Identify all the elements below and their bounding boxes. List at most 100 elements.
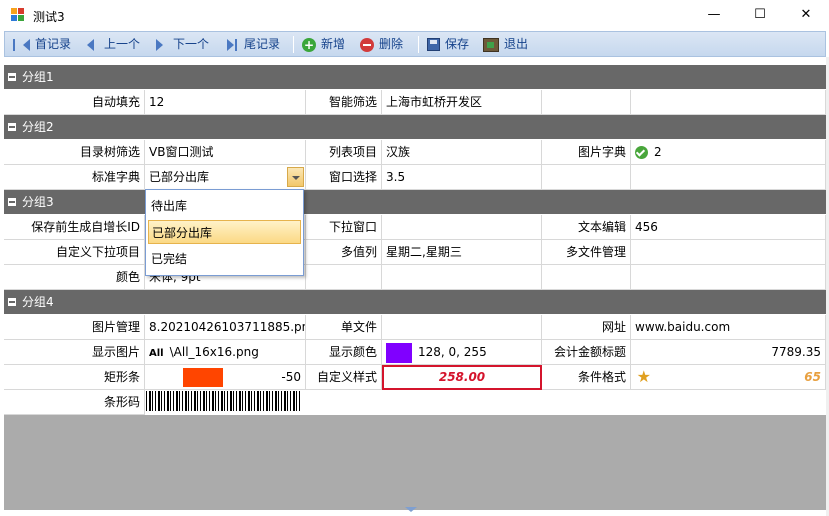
rect-bar-text: -50 (281, 370, 301, 384)
caption-image-mgmt: 图片管理 (4, 315, 145, 340)
dropdown-option[interactable]: 待出库 (148, 194, 301, 218)
save-label: 保存 (445, 37, 470, 51)
group-header-1[interactable]: 分组1 (4, 65, 826, 89)
value-image-mgmt[interactable]: 8.20210426103711885.png (145, 315, 306, 340)
value-empty[interactable] (631, 265, 826, 290)
value-cond-format[interactable]: ★ 65 (631, 365, 826, 390)
window-title: 测试3 (33, 10, 65, 24)
value-rect-bar[interactable]: -50 (145, 365, 306, 390)
value-amount-title[interactable]: 7789.35 (631, 340, 826, 365)
prev-record-icon (87, 38, 94, 51)
caption-auto-fill: 自动填充 (4, 90, 145, 115)
caption-empty (542, 165, 631, 190)
value-show-image[interactable]: All \All_16x16.png (145, 340, 306, 365)
toolbar: 首记录 上一个 下一个 尾记录 + 新增 删除 保存 退出 (4, 31, 826, 57)
save-button[interactable]: 保存 (427, 32, 469, 56)
app-icon (11, 8, 25, 22)
value-tree-filter[interactable]: VB窗口测试 (145, 140, 306, 165)
cond-format-text: 65 (804, 370, 821, 384)
collapse-icon[interactable] (8, 73, 16, 81)
star-icon: ★ (636, 367, 651, 386)
first-record-button[interactable]: 首记录 (13, 32, 71, 56)
value-list-item[interactable]: 汉族 (382, 140, 542, 165)
splitter-grip-icon[interactable] (405, 507, 417, 512)
property-grid: 分组1 自动填充 12 智能筛选 上海市虹桥开发区 分组2 目录树筛选 VB窗口… (4, 65, 826, 416)
value-dropdown-window[interactable] (382, 215, 542, 240)
add-icon: + (302, 37, 316, 52)
exit-label: 退出 (504, 37, 529, 51)
group-header-2[interactable]: 分组2 (4, 115, 826, 139)
check-icon (635, 146, 648, 159)
caption-custom-dropdown: 自定义下拉项目 (4, 240, 145, 265)
group-header-3[interactable]: 分组3 (4, 190, 826, 214)
collapse-icon[interactable] (8, 123, 16, 131)
value-image-dict[interactable]: 2 (631, 140, 826, 165)
next-record-icon (156, 38, 163, 51)
barcode-image (146, 391, 302, 411)
caption-empty (542, 90, 631, 115)
image-dict-text: 2 (654, 145, 662, 159)
first-record-label: 首记录 (35, 37, 72, 51)
std-dict-combo[interactable]: 已部分出库 (145, 165, 306, 190)
caption-list-item: 列表项目 (306, 140, 382, 165)
last-record-button[interactable]: 尾记录 (227, 32, 280, 56)
value-multi-file[interactable] (631, 240, 826, 265)
caption-barcode: 条形码 (4, 390, 145, 415)
prev-record-label: 上一个 (104, 37, 141, 51)
image-icon: All (149, 348, 164, 359)
collapse-icon[interactable] (8, 198, 16, 206)
delete-button[interactable]: 删除 (360, 32, 403, 56)
add-button[interactable]: + 新增 (302, 32, 345, 56)
value-smart-filter[interactable]: 上海市虹桥开发区 (382, 90, 542, 115)
show-color-text: 128, 0, 255 (418, 345, 487, 359)
dropdown-option[interactable]: 已完结 (148, 247, 301, 271)
exit-button[interactable]: 退出 (483, 32, 528, 56)
maximize-button[interactable]: ☐ (737, 0, 783, 31)
std-dict-text: 已部分出库 (149, 170, 210, 184)
value-empty[interactable] (631, 90, 826, 115)
show-image-text: \All_16x16.png (169, 345, 259, 359)
group-label: 分组3 (22, 195, 54, 209)
value-empty[interactable] (382, 265, 542, 290)
collapse-icon[interactable] (8, 298, 16, 306)
caption-multi-file: 多文件管理 (542, 240, 631, 265)
std-dict-dropdown: 待出库 已部分出库 已完结 (145, 189, 304, 276)
caption-smart-filter: 智能筛选 (306, 90, 382, 115)
minimize-button[interactable]: — (691, 0, 737, 31)
caption-url: 网址 (542, 315, 631, 340)
value-custom-style[interactable]: 258.00 (382, 365, 542, 390)
caption-std-dict: 标准字典 (4, 165, 145, 190)
last-record-icon (227, 38, 237, 51)
value-url[interactable]: www.baidu.com (631, 315, 826, 340)
color-swatch (386, 342, 412, 363)
group-label: 分组2 (22, 120, 54, 134)
title-bar: 测试3 — ☐ ✕ (0, 0, 829, 31)
caption-window-select: 窗口选择 (306, 165, 382, 190)
grid-empty-area (4, 415, 826, 510)
group-label: 分组4 (22, 295, 54, 309)
dropdown-option-selected[interactable]: 已部分出库 (148, 220, 301, 244)
value-window-select[interactable]: 3.5 (382, 165, 542, 190)
chevron-down-icon[interactable] (287, 167, 304, 187)
last-record-label: 尾记录 (244, 37, 281, 51)
caption-single-file: 单文件 (306, 315, 382, 340)
caption-color: 颜色 (4, 265, 145, 290)
caption-amount-title: 会计金额标题 (542, 340, 631, 365)
caption-text-edit: 文本编辑 (542, 215, 631, 240)
close-button[interactable]: ✕ (783, 0, 829, 31)
value-single-file[interactable] (382, 315, 542, 340)
group-header-4[interactable]: 分组4 (4, 290, 826, 314)
caption-empty (542, 265, 631, 290)
value-multi-value[interactable]: 星期二,星期三 (382, 240, 542, 265)
exit-icon (483, 37, 499, 52)
delete-icon (360, 37, 374, 52)
rect-bar-fill (183, 368, 223, 387)
prev-record-button[interactable]: 上一个 (85, 32, 140, 56)
value-empty[interactable] (631, 165, 826, 190)
next-record-button[interactable]: 下一个 (156, 32, 209, 56)
value-text-edit[interactable]: 456 (631, 215, 826, 240)
value-auto-fill[interactable]: 12 (145, 90, 306, 115)
group-label: 分组1 (22, 70, 54, 84)
value-show-color[interactable]: 128, 0, 255 (382, 340, 542, 365)
caption-custom-style: 自定义样式 (306, 365, 382, 390)
